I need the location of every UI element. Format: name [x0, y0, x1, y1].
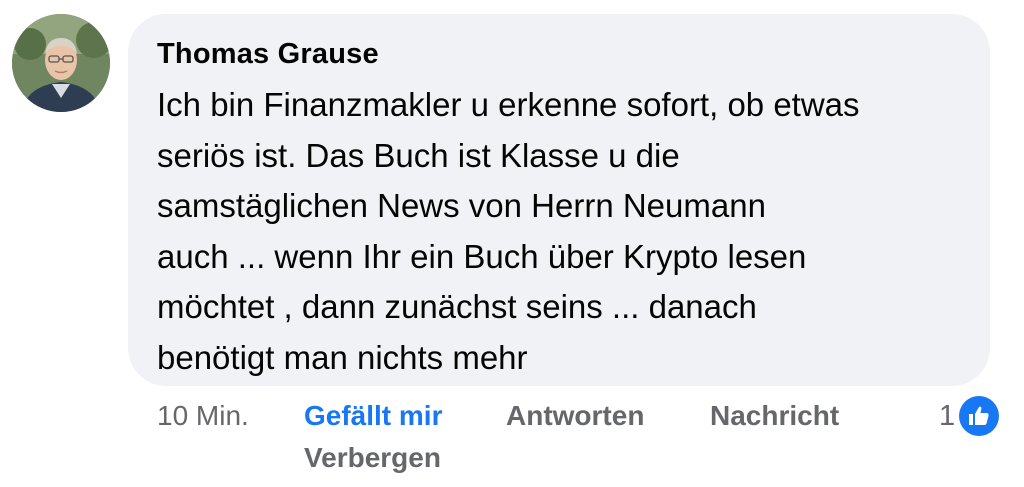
like-button[interactable]: Gefällt mir [304, 400, 442, 432]
comment-author[interactable]: Thomas Grause [157, 36, 960, 72]
hide-button[interactable]: Verbergen [304, 442, 441, 474]
comment: Thomas Grause Ich bin Finanzmakler u erk… [0, 0, 1024, 487]
message-button[interactable]: Nachricht [710, 400, 839, 432]
comment-bubble: Thomas Grause Ich bin Finanzmakler u erk… [128, 14, 990, 386]
comment-text-line: möchtet , dann zunächst seins ... danach [157, 288, 757, 325]
comment-text-line: samstäglichen News von Herrn Neumann [157, 187, 766, 224]
profile-photo-icon [12, 14, 110, 112]
avatar[interactable] [12, 14, 110, 112]
reaction-summary[interactable]: 1 [939, 396, 1000, 436]
comment-text-line: auch ... wenn Ihr ein Buch über Krypto l… [157, 237, 807, 275]
comment-text: Ich bin Finanzmakler u erkenne sofort, o… [157, 80, 960, 383]
comment-text-line: benötigt man nichts mehr [157, 338, 528, 376]
comment-timestamp[interactable]: 10 Min. [157, 400, 249, 432]
comment-text-line: seriös ist. Das Buch ist Klasse u die [157, 136, 680, 174]
comment-actions: 10 Min. Gefällt mir Antworten Nachricht … [157, 398, 1017, 478]
thumbs-up-icon [959, 396, 1000, 436]
comment-text-line: Ich bin Finanzmakler u erkenne sofort, o… [157, 86, 860, 123]
reply-button[interactable]: Antworten [506, 400, 644, 432]
reaction-count: 1 [939, 399, 956, 432]
